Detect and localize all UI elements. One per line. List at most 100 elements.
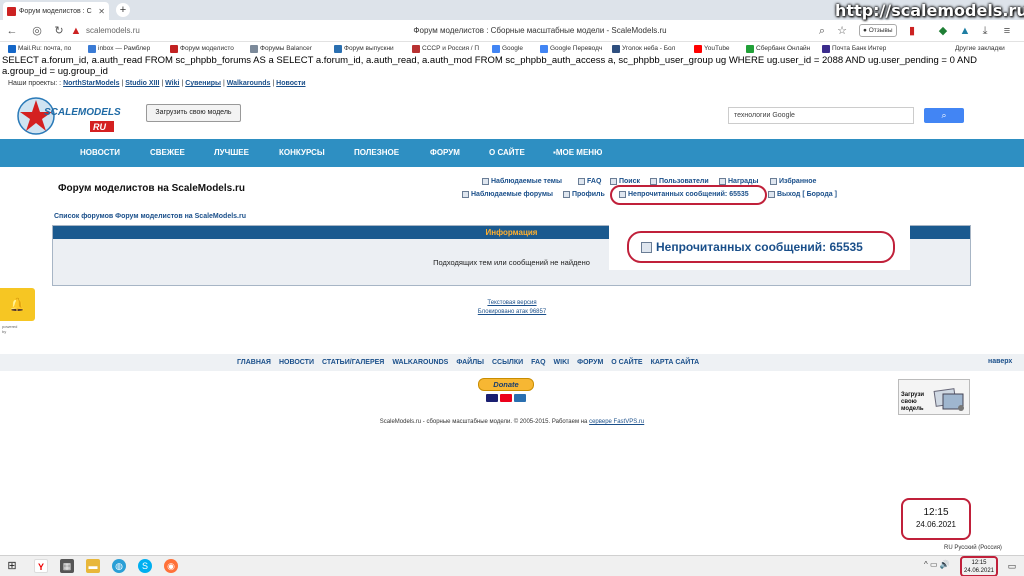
downloads-icon[interactable]: ⤓ (978, 24, 992, 38)
forum-list-link[interactable]: Список форумов Форум моделистов на Scale… (54, 213, 246, 220)
nav-useful[interactable]: ПОЛЕЗНОЕ (354, 139, 399, 167)
bookmark-favicon-icon (170, 44, 178, 53)
link-profile[interactable]: Профиль (563, 191, 605, 198)
link-faq[interactable]: FAQ (578, 178, 601, 185)
text-version-link[interactable]: Текстовая версия (0, 300, 1024, 306)
app-icon[interactable]: ◍ (112, 559, 126, 573)
system-tray[interactable]: ^ ▭ 🔊 (924, 560, 950, 569)
bookmark-item[interactable]: YouTube (694, 43, 730, 54)
donate-widget[interactable]: Donate (478, 378, 534, 406)
nav-news[interactable]: НОВОСТИ (80, 139, 120, 167)
project-link[interactable]: Сувениры (185, 80, 221, 87)
address-bar[interactable]: scalemodels.ru (86, 23, 186, 39)
skype-icon[interactable]: S (138, 559, 152, 573)
back-to-top-link[interactable]: наверх (988, 358, 1012, 365)
footer-nav-item[interactable]: ФОРУМ (577, 359, 603, 366)
footer-nav-item[interactable]: WIKI (554, 359, 570, 366)
link-watched-topics[interactable]: Наблюдаемые темы (482, 178, 562, 185)
bookmark-item[interactable]: СССР и Россия / П (412, 43, 479, 54)
footer-nav-item[interactable]: WALKAROUNDS (392, 359, 448, 366)
scalemodels-logo[interactable]: SCALEMODELS RU (14, 94, 122, 138)
bookmark-item[interactable]: Уголок неба - Бол (612, 43, 675, 54)
footer-nav-item[interactable]: О САЙТЕ (611, 359, 642, 366)
link-watched-forums[interactable]: Наблюдаемые форумы (462, 191, 553, 198)
footer-nav-item[interactable]: ГЛАВНАЯ (237, 359, 271, 366)
tab-forum[interactable]: Форум моделистов : С ✕ (3, 2, 109, 20)
nav-my-menu[interactable]: ▪МОЕ МЕНЮ (553, 139, 602, 167)
blocked-attacks-link[interactable]: Блокировано атак 96857 (0, 309, 1024, 315)
footer-nav-item[interactable]: КАРТА САЙТА (651, 359, 700, 366)
nav-forum[interactable]: ФОРУМ (430, 139, 460, 167)
footer-nav-item[interactable]: ССЫЛКИ (492, 359, 523, 366)
footer-nav-item[interactable]: СТАТЬИ/ГАЛЕРЕЯ (322, 359, 384, 366)
warning-icon: ▲ (70, 25, 82, 37)
new-tab-button[interactable]: + (116, 3, 130, 17)
link-users[interactable]: Пользователи (650, 178, 709, 185)
bell-powered-by: powered by (2, 324, 18, 334)
bookmark-item[interactable]: inbox — Рамблер (88, 43, 150, 54)
link-awards[interactable]: Награды (719, 178, 758, 185)
bookmark-item[interactable]: Форумы Balancer (250, 43, 312, 54)
reload-icon[interactable]: ↻ (52, 24, 66, 38)
nav-best[interactable]: ЛУЧШЕЕ (214, 139, 249, 167)
copyright: ScaleModels.ru - сборные масштабные моде… (379, 419, 645, 425)
link-favorites[interactable]: Избранное (770, 178, 816, 185)
site-search-button[interactable]: ⌕ (924, 108, 964, 123)
upload-model-banner[interactable]: Загрузи свою модель (898, 379, 970, 415)
bookmark-item[interactable]: Форум моделисто (170, 43, 234, 54)
search-icon[interactable]: ⌕ (815, 24, 829, 38)
project-link[interactable]: Studio XIII (125, 80, 159, 87)
firefox-icon[interactable]: ◉ (164, 559, 178, 573)
reviews-button[interactable]: ● Отзывы (859, 24, 897, 37)
extension-icon[interactable]: ◆ (936, 24, 950, 38)
bookmark-favicon-icon (540, 44, 548, 53)
zoom-oval: Непрочитанных сообщений: 65535 (627, 231, 895, 263)
bookmark-item[interactable]: Mail.Ru: почта, по (8, 43, 71, 54)
nav-fresh[interactable]: СВЕЖЕЕ (150, 139, 185, 167)
yandex-account-icon[interactable]: ◎ (30, 24, 44, 38)
windows-start-icon[interactable]: ⊞ (5, 559, 19, 573)
footer-nav-item[interactable]: ФАЙЛЫ (456, 359, 484, 366)
footer-nav-item[interactable]: НОВОСТИ (279, 359, 314, 366)
yandex-browser-icon[interactable]: Y (34, 559, 48, 573)
clock-zoom-callout: 12:15 24.06.2021 (901, 498, 971, 540)
other-bookmarks[interactable]: Другие закладки (955, 43, 1005, 54)
host-link[interactable]: сервере FastVPS.ru (589, 419, 644, 425)
watermark: http://scalemodels.ru (835, 1, 1024, 20)
bookmark-item[interactable]: Форум выпускни (334, 43, 394, 54)
bookmark-item[interactable]: Сбербанк Онлайн (746, 43, 810, 54)
bookmark-item[interactable]: Почта Банк Интер (822, 43, 886, 54)
back-icon[interactable]: ← (5, 24, 19, 38)
project-link[interactable]: Новости (276, 80, 305, 87)
tab-title: Форум моделистов : С (19, 7, 92, 15)
taskbar-time: 12:15 (971, 560, 987, 566)
bookmark-page-icon[interactable]: ▮ (905, 24, 919, 38)
bookmark-favicon-icon (250, 44, 258, 53)
project-link[interactable]: Wiki (165, 80, 179, 87)
site-favicon-icon (7, 6, 16, 16)
project-link[interactable]: NorthStarModels (63, 80, 119, 87)
mastercard-icon (500, 394, 512, 402)
file-explorer-icon[interactable]: ▬ (86, 559, 100, 573)
close-tab-icon[interactable]: ✕ (98, 7, 105, 16)
bookmark-favicon-icon (746, 44, 754, 53)
link-search[interactable]: Поиск (610, 178, 640, 185)
nav-contests[interactable]: КОНКУРСЫ (279, 139, 325, 167)
notifications-icon[interactable]: ▭ (1005, 559, 1019, 573)
alice-icon[interactable]: ▲ (958, 24, 972, 38)
upload-model-button[interactable]: Загрузить свою модель (146, 104, 241, 122)
bookmark-item[interactable]: Google (492, 43, 523, 54)
link-logout[interactable]: Выход [ Борода ] (768, 191, 837, 198)
footer-nav-item[interactable]: FAQ (531, 359, 545, 366)
site-search-input[interactable]: технологии Google (728, 107, 914, 124)
project-link[interactable]: Walkarounds (227, 80, 271, 87)
calculator-icon[interactable]: ▦ (60, 559, 74, 573)
nav-about[interactable]: О САЙТЕ (489, 139, 525, 167)
menu-icon[interactable]: ≡ (1000, 24, 1014, 38)
awards-icon (719, 178, 726, 185)
donate-button[interactable]: Donate (478, 378, 534, 391)
bookmark-icon[interactable]: ☆ (835, 24, 849, 38)
taskbar-clock[interactable]: 12:15 24.06.2021 (960, 556, 998, 576)
bookmark-favicon-icon (822, 44, 830, 53)
bookmark-item[interactable]: Google Переводч (540, 43, 602, 54)
